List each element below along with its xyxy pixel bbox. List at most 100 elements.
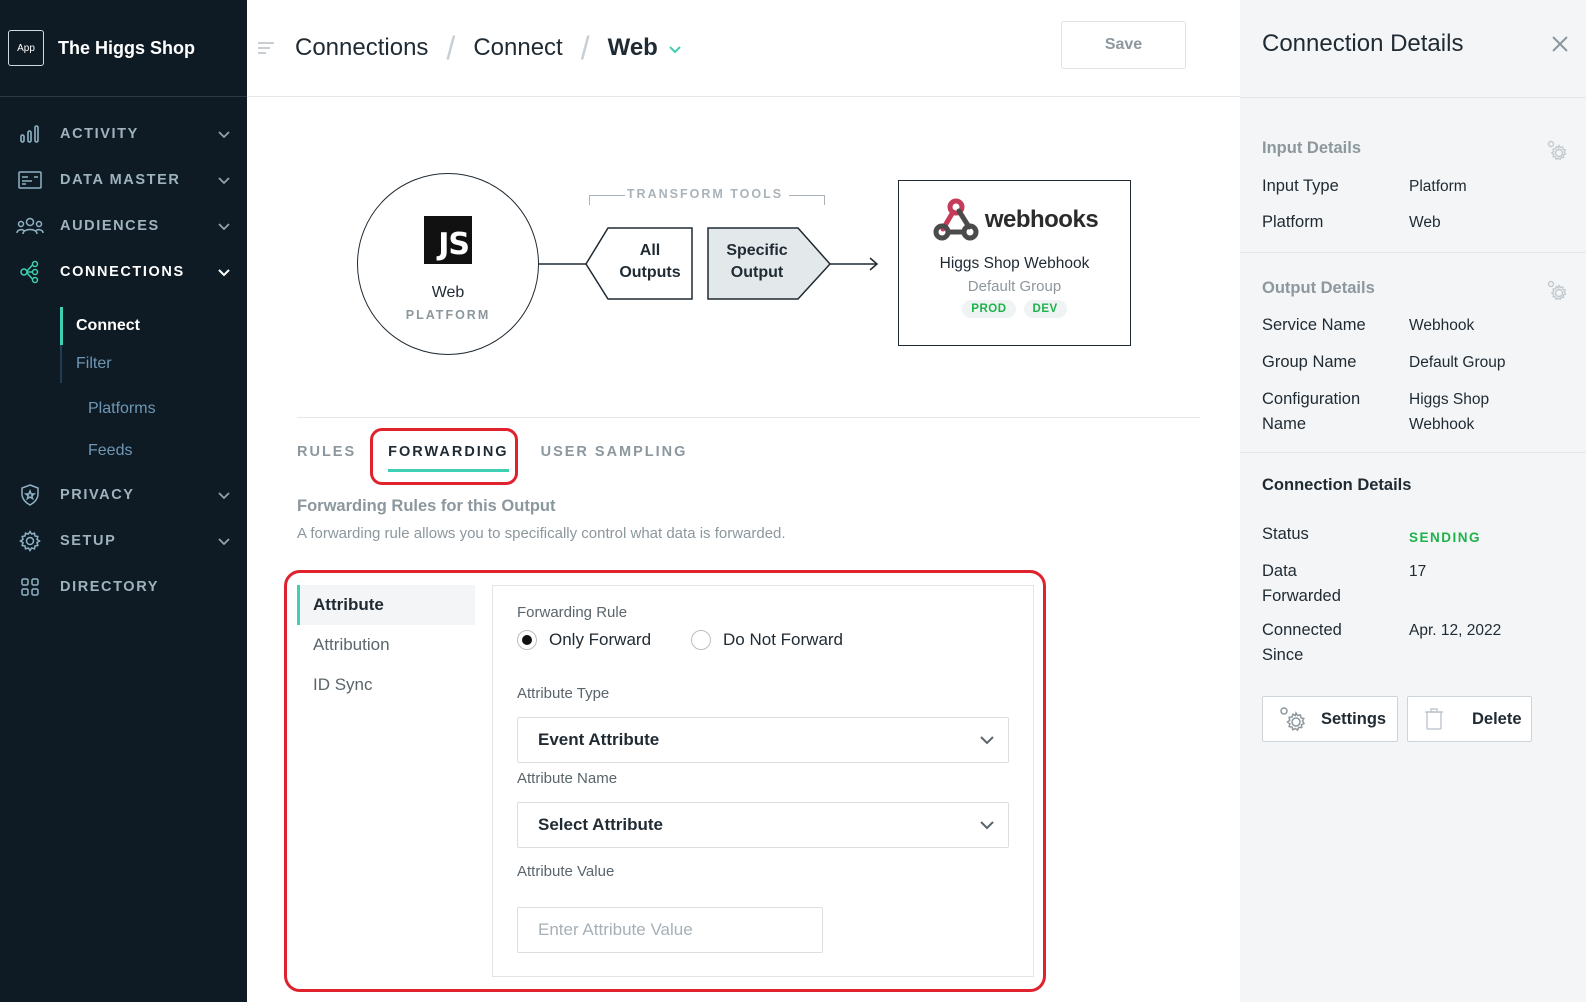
chevron-down-icon <box>217 488 231 502</box>
sidebar-item-data-master[interactable]: DATA MASTER <box>0 157 247 203</box>
highlight-forwarding-tab <box>370 428 518 485</box>
panel-header-divider <box>1240 97 1586 98</box>
connections-icon <box>16 260 44 284</box>
data-forwarded-value: 17 <box>1409 563 1427 580</box>
data-forwarded-key-line1: Data <box>1262 562 1297 580</box>
breadcrumb-web-label: Web <box>607 34 658 61</box>
all-outputs-label-2: Outputs <box>619 264 681 281</box>
configuration-name-key-line1: Configuration <box>1262 390 1361 408</box>
output-settings-gear-icon[interactable] <box>1544 278 1568 302</box>
audiences-icon <box>16 215 44 237</box>
transform-bracket-right <box>789 195 825 205</box>
sidebar-item-audiences[interactable]: AUDIENCES <box>0 203 247 249</box>
sidebar-header: App The Higgs Shop <box>0 0 247 97</box>
settings-button[interactable]: Settings <box>1262 696 1398 742</box>
bar-chart-icon <box>16 123 44 145</box>
menu-icon[interactable] <box>255 37 277 59</box>
connection-details-title: Connection Details <box>1262 476 1412 494</box>
input-type: PLATFORM <box>405 308 491 322</box>
sidebar-item-label: PRIVACY <box>60 487 135 503</box>
connections-subnav: Connect Filter <box>60 307 247 383</box>
sidebar-item-label: DATA MASTER <box>60 172 181 188</box>
app-badge[interactable]: App <box>8 30 44 66</box>
configuration-name-value-line1: Higgs Shop <box>1409 391 1490 408</box>
breadcrumb-web[interactable]: Web <box>608 34 682 62</box>
output-webhook-node[interactable]: webhooks Higgs Shop Webhook Default Grou… <box>898 180 1131 346</box>
output-details-title: Output Details <box>1262 279 1375 297</box>
all-outputs-label-1: All <box>639 242 661 259</box>
breadcrumb-connections[interactable]: Connections <box>295 34 428 62</box>
delete-button[interactable]: Delete <box>1407 696 1532 742</box>
service-name-key: Service Name <box>1262 316 1366 334</box>
forwarding-title: Forwarding Rules for this Output <box>297 497 556 515</box>
subnav-filter[interactable]: Filter <box>62 345 247 383</box>
connected-since-key-line1: Connected <box>1262 621 1342 639</box>
group-name-value: Default Group <box>1409 354 1506 371</box>
tab-user-sampling[interactable]: USER SAMPLING <box>541 432 688 472</box>
sidebar-item-label: DIRECTORY <box>60 579 159 595</box>
js-logo-icon: JS <box>424 216 472 264</box>
sidebar-item-activity[interactable]: ACTIVITY <box>0 111 247 157</box>
delete-button-label: Delete <box>1472 709 1522 728</box>
specific-output-label-1: Specific <box>726 242 788 259</box>
group-name-key: Group Name <box>1262 353 1357 371</box>
gear-icon <box>16 530 44 552</box>
chevron-down-icon <box>217 219 231 233</box>
input-settings-gear-icon[interactable] <box>1544 138 1568 162</box>
input-name: Web <box>431 284 465 301</box>
close-icon[interactable] <box>1550 34 1570 54</box>
status-key: Status <box>1262 525 1309 543</box>
chevron-down-icon <box>217 173 231 187</box>
configuration-name-value-line2: Webhook <box>1409 416 1475 433</box>
output-name: Higgs Shop Webhook <box>939 255 1090 272</box>
configuration-name-key: Configuration Name <box>1262 387 1360 437</box>
sidebar-item-setup[interactable]: SETUP <box>0 518 247 564</box>
connected-since-key: Connected Since <box>1262 618 1342 668</box>
input-type-value: Platform <box>1409 178 1467 195</box>
service-name-value: Webhook <box>1409 317 1475 334</box>
sidebar-item-privacy[interactable]: PRIVACY <box>0 472 247 518</box>
trash-icon <box>1422 707 1446 731</box>
subnav-connect[interactable]: Connect <box>60 307 247 345</box>
specific-output-button[interactable]: Specific Output <box>709 240 805 284</box>
status-badge: SENDING <box>1409 530 1482 545</box>
input-type-key: Input Type <box>1262 177 1339 195</box>
output-group: Default Group <box>967 278 1062 295</box>
gear-icon <box>1277 704 1309 734</box>
shield-icon <box>16 484 44 506</box>
tag-prod: PROD <box>962 300 1016 318</box>
data-master-icon <box>16 169 44 191</box>
configuration-name-key-line2: Name <box>1262 415 1307 433</box>
breadcrumb-separator: / <box>580 29 590 66</box>
subnav-feeds[interactable]: Feeds <box>60 430 247 472</box>
sidebar-item-label: SETUP <box>60 533 117 549</box>
chevron-down-icon <box>668 34 682 62</box>
connection-details-panel: Connection Details Input Details Input T… <box>1240 0 1586 1002</box>
chevron-down-icon <box>217 265 231 279</box>
webhooks-logo: webhooks <box>931 197 1099 243</box>
all-outputs-button[interactable]: All Outputs <box>609 240 691 284</box>
connected-since-key-line2: Since <box>1262 646 1304 664</box>
specific-output-label-2: Output <box>730 264 784 281</box>
section-divider <box>1240 252 1586 253</box>
input-details-title: Input Details <box>1262 139 1362 157</box>
webhooks-icon <box>933 198 979 241</box>
sidebar-item-directory[interactable]: DIRECTORY <box>0 564 247 610</box>
sidebar-nav: ACTIVITY DATA MASTER AUDIENCES CONNECTIO… <box>0 97 247 610</box>
subnav-platforms[interactable]: Platforms <box>60 388 247 430</box>
highlight-forwarding-panel <box>284 570 1046 992</box>
sidebar-item-connections[interactable]: CONNECTIONS <box>0 249 247 295</box>
webhooks-wordmark: webhooks <box>984 206 1099 233</box>
tab-rules[interactable]: RULES <box>297 432 356 472</box>
breadcrumb-connect[interactable]: Connect <box>473 34 562 62</box>
chevron-down-icon <box>217 534 231 548</box>
environment-tags: PROD DEV <box>962 300 1067 318</box>
input-platform-node[interactable]: JS Web PLATFORM <box>357 173 539 355</box>
section-divider <box>1240 452 1586 453</box>
sidebar-item-label: ACTIVITY <box>60 126 139 142</box>
data-forwarded-key-line2: Forwarded <box>1262 587 1341 605</box>
workspace-name[interactable]: The Higgs Shop <box>58 38 195 59</box>
save-button[interactable]: Save <box>1061 21 1186 69</box>
forwarding-description: A forwarding rule allows you to specific… <box>297 525 786 542</box>
breadcrumb: Connections / Connect / Web <box>295 30 682 67</box>
